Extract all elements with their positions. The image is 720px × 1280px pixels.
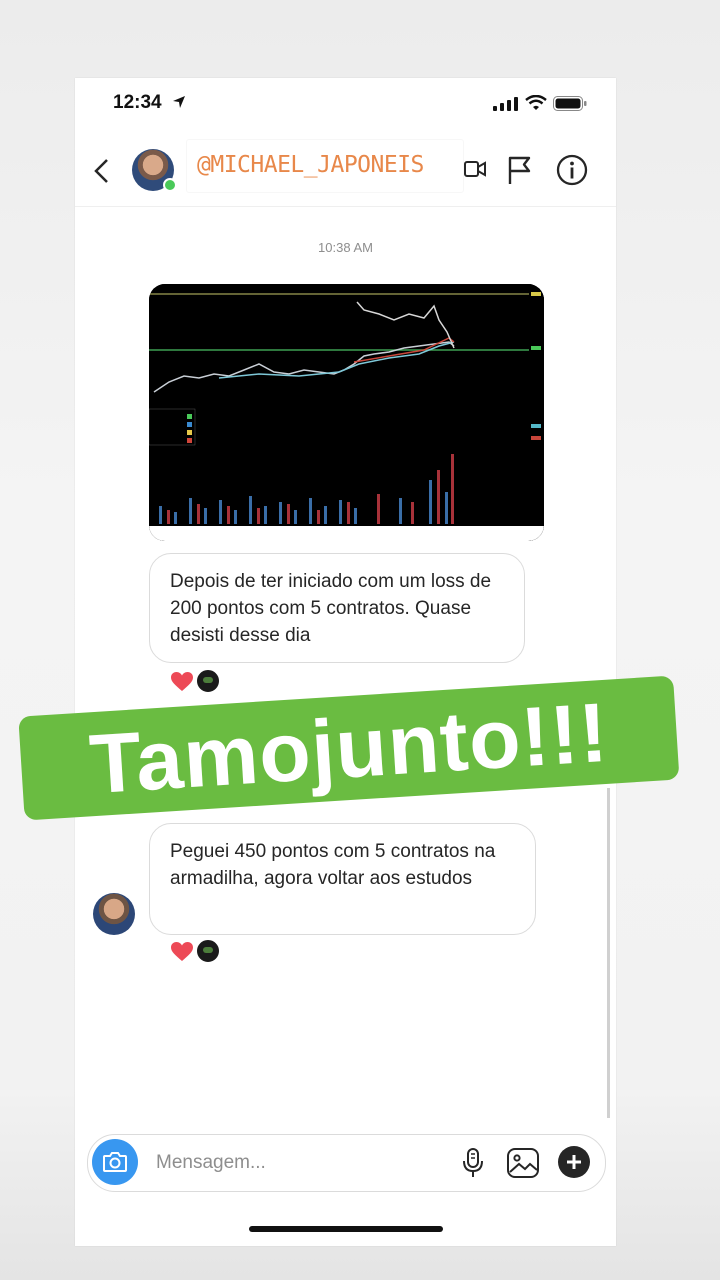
scrollbar[interactable]: [607, 788, 610, 1118]
heart-icon: [171, 672, 193, 691]
info-icon[interactable]: [556, 154, 588, 186]
online-status-dot: [163, 178, 177, 192]
sender-avatar[interactable]: [93, 893, 135, 935]
video-call-icon[interactable]: [464, 158, 488, 180]
battery-icon: [553, 96, 587, 111]
cellular-signal-icon: [493, 97, 518, 111]
wifi-icon: [525, 95, 547, 110]
message-bubble[interactable]: Depois de ter iniciado com um loss de 20…: [149, 553, 525, 663]
flag-icon[interactable]: [507, 155, 533, 185]
message-text: Depois de ter iniciado com um loss de 20…: [170, 571, 492, 646]
contact-username[interactable]: @MICHAEL_JAPONEIS: [197, 152, 424, 178]
status-bar: 12:34: [75, 78, 616, 128]
home-indicator[interactable]: [249, 1226, 443, 1232]
trading-chart-screenshot: [149, 284, 544, 541]
chat-header: @MICHAEL_JAPONEIS: [75, 136, 616, 207]
heart-icon: [171, 942, 193, 961]
reactor-avatar: [196, 669, 220, 693]
camera-icon: [103, 1152, 127, 1172]
add-button[interactable]: [558, 1146, 590, 1178]
back-icon[interactable]: [93, 158, 111, 184]
message-text: Peguei 450 pontos com 5 contratos na arm…: [170, 841, 496, 889]
username-label-box: @MICHAEL_JAPONEIS: [187, 140, 463, 192]
plus-icon: [567, 1155, 581, 1169]
message-composer: [87, 1134, 606, 1192]
message-timestamp: 10:38 AM: [318, 240, 373, 255]
gallery-icon[interactable]: [506, 1147, 540, 1179]
status-time: 12:34: [113, 92, 162, 113]
phone-screen: 12:34 @MICHAEL_JAPONEIS 10:38 AM Depois …: [75, 78, 616, 1246]
location-arrow-icon: [173, 96, 185, 108]
camera-button[interactable]: [92, 1139, 138, 1185]
shared-chart-image[interactable]: [149, 284, 544, 541]
message-input[interactable]: [154, 1145, 448, 1181]
reactor-avatar: [196, 939, 220, 963]
microphone-icon[interactable]: [460, 1147, 486, 1179]
